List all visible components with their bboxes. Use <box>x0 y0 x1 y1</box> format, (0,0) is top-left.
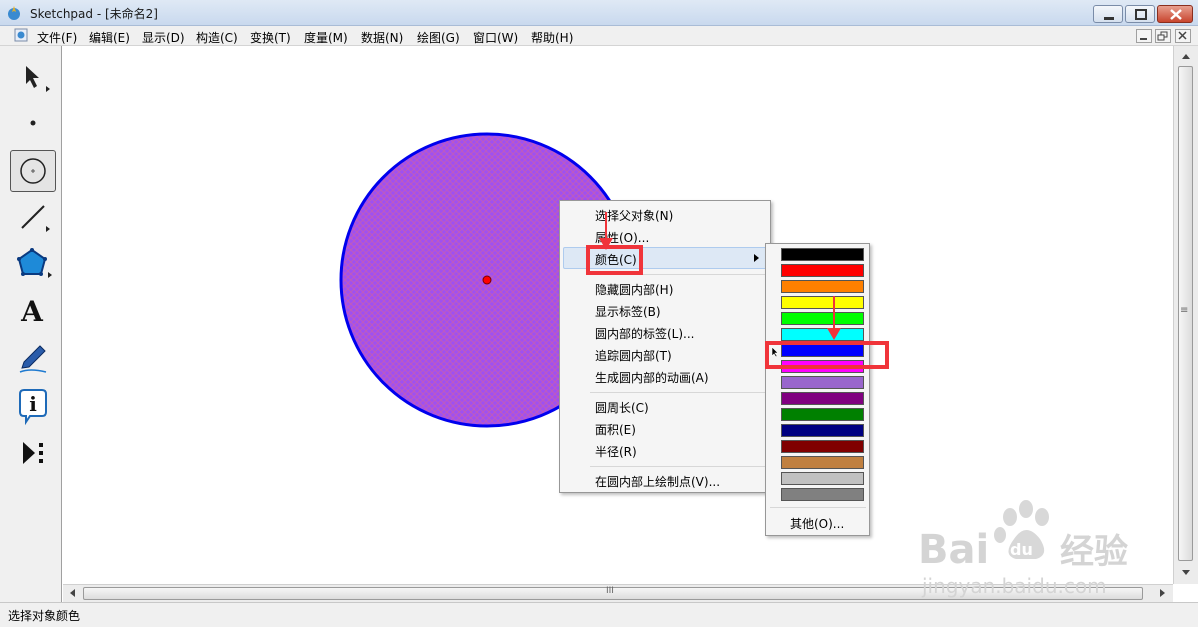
annotation-box-blue-swatch <box>765 341 889 369</box>
minimize-icon <box>1104 17 1114 20</box>
title-bar: Sketchpad - [未命名2] <box>0 0 1198 26</box>
menu-help[interactable]: 帮助(H) <box>531 29 573 46</box>
color-swatch[interactable] <box>781 440 864 453</box>
point-tool[interactable] <box>10 102 56 144</box>
color-swatch[interactable] <box>781 456 864 469</box>
polygon-tool[interactable] <box>10 242 56 284</box>
mouse-cursor-icon <box>771 346 779 358</box>
custom-tool[interactable] <box>10 432 56 474</box>
scroll-left-icon <box>70 589 75 597</box>
scroll-up-icon <box>1182 54 1190 59</box>
watermark-paw-text: du <box>1010 540 1033 559</box>
menu-transform[interactable]: 变换(T) <box>250 29 291 46</box>
color-swatch[interactable] <box>781 264 864 277</box>
circle-center-point[interactable] <box>482 275 492 285</box>
watermark-brand: Bai <box>918 527 989 573</box>
color-swatch[interactable] <box>781 312 864 325</box>
minimize-icon <box>1140 38 1147 40</box>
menu-item-trace-interior[interactable]: 追踪圆内部(T) <box>595 347 672 364</box>
watermark-graphic: Bai du 经验 jingyan.baidu.com <box>918 500 1128 598</box>
annotation-arrow-icon <box>827 296 841 340</box>
arrow-icon <box>26 66 50 92</box>
menu-window[interactable]: 窗口(W) <box>473 29 518 46</box>
menu-file[interactable]: 文件(F) <box>37 29 77 46</box>
menu-measure[interactable]: 度量(M) <box>304 29 348 46</box>
marker-tool[interactable] <box>10 338 56 380</box>
toolbox: A i <box>0 46 62 602</box>
menu-construct[interactable]: 构造(C) <box>196 29 238 46</box>
vertical-scroll-thumb[interactable]: ≡ <box>1178 66 1193 561</box>
circle-tool-icon <box>20 158 46 184</box>
color-swatch[interactable] <box>781 488 864 501</box>
info-tool-glyph: i <box>29 392 37 416</box>
info-tool[interactable]: i <box>10 384 56 426</box>
sketchpad-app-icon <box>8 6 20 20</box>
menu-item-other-color[interactable]: 其他(O)... <box>790 515 844 532</box>
context-menu: 选择父对象(N) 属性(O)... 颜色(C) 隐藏圆内部(H) 显示标签(B)… <box>559 200 771 493</box>
menu-item-interior-label[interactable]: 圆内部的标签(L)... <box>595 325 695 342</box>
line-segment-icon <box>21 205 50 232</box>
annotation-arrow-icon <box>599 212 613 250</box>
close-button[interactable] <box>1157 5 1193 23</box>
text-tool-glyph: A <box>20 295 44 328</box>
compass-tool[interactable] <box>10 150 56 192</box>
minimize-button[interactable] <box>1093 5 1123 23</box>
menu-item-radius[interactable]: 半径(R) <box>595 443 637 460</box>
menu-display[interactable]: 显示(D) <box>142 29 185 46</box>
restore-icon <box>1157 31 1168 41</box>
color-swatch[interactable] <box>781 296 864 309</box>
color-swatch[interactable] <box>781 328 864 341</box>
doc-close-button[interactable] <box>1175 29 1191 43</box>
scroll-down-icon <box>1182 570 1190 575</box>
menu-item-animate-interior[interactable]: 生成圆内部的动画(A) <box>595 369 709 386</box>
menu-number[interactable]: 数据(N) <box>361 29 403 46</box>
status-bar: 选择对象颜色 <box>0 602 1198 627</box>
menu-separator <box>590 392 766 393</box>
info-icon: i <box>19 389 47 426</box>
color-swatch[interactable] <box>781 408 864 421</box>
color-swatch[interactable] <box>781 248 864 261</box>
custom-tool-icon <box>23 442 43 464</box>
maximize-button[interactable] <box>1125 5 1155 23</box>
color-swatch[interactable] <box>781 472 864 485</box>
menu-item-circumference[interactable]: 圆周长(C) <box>595 399 649 416</box>
scroll-right-icon <box>1160 589 1165 597</box>
close-icon <box>1170 9 1182 20</box>
color-swatch[interactable] <box>781 376 864 389</box>
color-submenu: 其他(O)... <box>765 243 870 536</box>
menu-edit[interactable]: 编辑(E) <box>89 29 130 46</box>
straightedge-tool[interactable] <box>10 196 56 238</box>
menu-item-hide-interior[interactable]: 隐藏圆内部(H) <box>595 281 673 298</box>
submenu-arrow-icon <box>754 254 759 262</box>
color-swatch[interactable] <box>781 280 864 293</box>
status-text: 选择对象颜色 <box>8 609 81 623</box>
color-swatch[interactable] <box>781 424 864 437</box>
point-icon <box>30 120 36 126</box>
watermark-jingyan: 经验 <box>1060 532 1128 572</box>
polygon-icon <box>17 248 52 278</box>
doc-restore-button[interactable] <box>1155 29 1171 43</box>
vertical-grip: ≡ <box>1180 305 1189 316</box>
arrow-select-tool[interactable] <box>10 56 56 98</box>
document-icon[interactable] <box>14 28 28 42</box>
doc-minimize-button[interactable] <box>1136 29 1152 43</box>
color-swatch[interactable] <box>781 392 864 405</box>
vertical-scrollbar[interactable]: ≡ <box>1173 46 1198 584</box>
baidu-jingyan-watermark: Bai du 经验 jingyan.baidu.com <box>910 495 1150 605</box>
text-icon: A <box>20 295 44 328</box>
horizontal-grip: III <box>606 586 614 596</box>
close-icon <box>1178 31 1187 40</box>
text-tool[interactable]: A <box>10 290 56 332</box>
menu-graph[interactable]: 绘图(G) <box>417 29 460 46</box>
menu-item-show-label[interactable]: 显示标签(B) <box>595 303 661 320</box>
window-title: Sketchpad - [未命名2] <box>30 7 158 21</box>
menu-item-area[interactable]: 面积(E) <box>595 421 636 438</box>
menu-bar: 文件(F) 编辑(E) 显示(D) 构造(C) 变换(T) 度量(M) 数据(N… <box>0 26 1198 46</box>
menu-separator <box>590 466 766 467</box>
menu-item-plot-point[interactable]: 在圆内部上绘制点(V)... <box>595 473 720 490</box>
marker-pen-icon <box>19 345 47 373</box>
restore-icon <box>1135 9 1147 20</box>
watermark-url: jingyan.baidu.com <box>921 574 1107 598</box>
menu-separator <box>770 507 866 508</box>
